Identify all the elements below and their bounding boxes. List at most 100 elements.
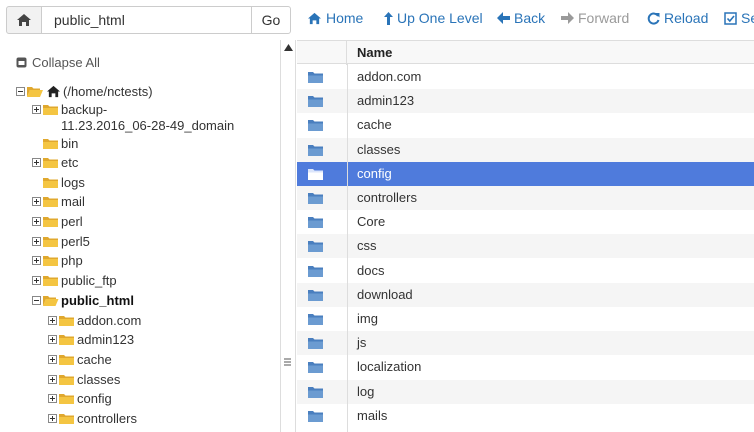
forward-button[interactable]: Forward [561, 10, 629, 26]
tree-item[interactable]: mail [32, 194, 85, 209]
home-path-button[interactable] [6, 6, 42, 34]
file-name: config [357, 165, 392, 181]
expand-toggle-icon[interactable] [32, 256, 41, 265]
tree-item[interactable]: logs [32, 175, 85, 190]
home-icon [17, 14, 31, 26]
expand-toggle-icon[interactable] [48, 316, 57, 325]
tree-item[interactable]: admin123 [48, 332, 134, 347]
expand-toggle-icon[interactable] [48, 335, 57, 344]
icon-column-header[interactable] [297, 41, 347, 65]
file-name: js [357, 335, 367, 351]
folder-icon [59, 394, 74, 404]
folder-icon [59, 414, 74, 424]
tree-item[interactable]: cache [48, 352, 112, 367]
folder-icon [308, 193, 323, 204]
expand-toggle-icon[interactable] [32, 217, 41, 226]
tree-item-label: logs [61, 175, 85, 190]
expand-toggle-icon[interactable] [32, 158, 41, 167]
file-name: log [357, 383, 375, 399]
folder-icon [308, 338, 323, 350]
home-icon [47, 85, 60, 98]
home-nav-button[interactable]: Home [307, 10, 363, 26]
select-all-label: Se [741, 10, 754, 26]
back-button[interactable]: Back [497, 10, 545, 26]
collapse-all-label: Collapse All [32, 55, 100, 70]
folder-icon [43, 139, 58, 149]
go-button[interactable]: Go [251, 6, 291, 34]
file-name: download [357, 286, 413, 302]
path-input[interactable] [41, 6, 252, 34]
folder-icon [59, 335, 74, 345]
table-row[interactable]: localization [297, 355, 754, 379]
file-name: addon.com [357, 69, 422, 84]
pane-splitter[interactable] [280, 40, 296, 432]
table-row[interactable]: log [297, 379, 754, 404]
table-row[interactable]: js [297, 331, 754, 356]
table-row[interactable]: admin123 [297, 89, 754, 114]
folder-icon [59, 316, 74, 326]
tree-item[interactable]: controllers [48, 411, 137, 426]
collapse-toggle-icon [16, 87, 25, 96]
expand-toggle-icon[interactable] [32, 276, 41, 285]
file-name: controllers [357, 190, 417, 205]
expand-toggle-icon[interactable] [32, 237, 41, 246]
expand-toggle-icon[interactable] [48, 355, 57, 364]
table-row[interactable]: addon.com [297, 65, 754, 89]
expand-toggle-icon[interactable] [48, 394, 57, 403]
tree-item[interactable]: etc [32, 155, 78, 170]
file-table: Name addon.com admin123 cache classes config… [297, 40, 754, 432]
folder-open-icon [27, 87, 43, 97]
folder-icon [43, 105, 58, 115]
table-row[interactable]: mails [297, 404, 754, 428]
toolbar: Go Home Up One Level Back Forward Reload… [0, 0, 754, 40]
folder-icon [308, 289, 323, 301]
tree-item[interactable]: perl5 [32, 234, 90, 249]
tree-item[interactable]: addon.com [48, 313, 141, 328]
folder-icon [43, 276, 58, 286]
folder-icon [308, 217, 323, 229]
folder-icon [308, 410, 323, 422]
file-name: admin123 [357, 93, 415, 109]
collapse-toggle-icon[interactable] [32, 296, 41, 305]
table-row[interactable]: config [297, 161, 754, 186]
folder-icon [59, 375, 74, 385]
tree-item[interactable]: bin [32, 136, 78, 151]
tree-item-label: etc [61, 155, 79, 170]
table-row[interactable]: classes [297, 137, 754, 162]
tree-item-label: public_html [61, 293, 134, 308]
tree-item[interactable]: php [32, 253, 83, 268]
expand-toggle-icon[interactable] [48, 375, 57, 384]
select-all-button[interactable]: Se [724, 10, 754, 26]
table-row[interactable]: img [297, 307, 754, 331]
tree-item[interactable]: classes [48, 372, 120, 387]
tree-item-label: perl5 [61, 234, 90, 249]
table-row[interactable]: docs [297, 259, 754, 283]
name-column-header[interactable]: Name [357, 45, 392, 60]
back-label: Back [514, 10, 546, 26]
scroll-up-icon[interactable] [284, 44, 293, 51]
table-row[interactable]: download [297, 282, 754, 307]
tree-item[interactable]: public_html [32, 293, 134, 308]
reload-button[interactable]: Reload [647, 10, 708, 26]
collapse-all-button[interactable]: Collapse All [16, 55, 100, 70]
column-divider [347, 64, 348, 432]
expand-toggle-icon[interactable] [32, 197, 41, 206]
tree-item[interactable]: public_ftp [32, 273, 117, 288]
table-row[interactable]: Core [297, 210, 754, 234]
select-all-icon [724, 11, 737, 25]
up-one-level-button[interactable]: Up One Level [384, 10, 483, 26]
table-row[interactable]: controllers [297, 186, 754, 210]
tree-item[interactable]: perl [32, 214, 83, 229]
tree-item[interactable]: backup- [32, 102, 107, 117]
table-row[interactable]: cache [297, 113, 754, 137]
tree-item[interactable]: config [48, 391, 112, 406]
expand-toggle-icon[interactable] [48, 414, 57, 423]
file-name: css [357, 238, 377, 254]
splitter-grip-icon[interactable] [284, 358, 291, 368]
file-name: img [357, 311, 378, 326]
tree-root[interactable]: (/home/nctests) [16, 84, 153, 99]
folder-icon [308, 241, 323, 253]
table-row[interactable]: css [297, 234, 754, 259]
back-arrow-icon [497, 12, 510, 24]
expand-toggle-icon[interactable] [32, 105, 41, 114]
